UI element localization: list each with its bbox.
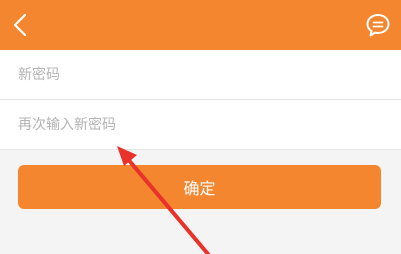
message-bubble-icon <box>366 14 390 37</box>
chevron-left-icon <box>13 13 27 37</box>
new-password-row <box>0 50 401 99</box>
message-button[interactable] <box>363 10 393 40</box>
confirm-button[interactable]: 确定 <box>18 165 381 209</box>
confirm-password-input[interactable] <box>18 100 388 149</box>
password-form <box>0 50 401 150</box>
reset-password-screen: 确定 <box>0 0 401 254</box>
confirm-password-row <box>0 100 401 149</box>
top-bar <box>0 0 401 50</box>
back-button[interactable] <box>8 10 38 40</box>
new-password-input[interactable] <box>18 50 388 99</box>
form-bottom-divider <box>0 149 401 150</box>
